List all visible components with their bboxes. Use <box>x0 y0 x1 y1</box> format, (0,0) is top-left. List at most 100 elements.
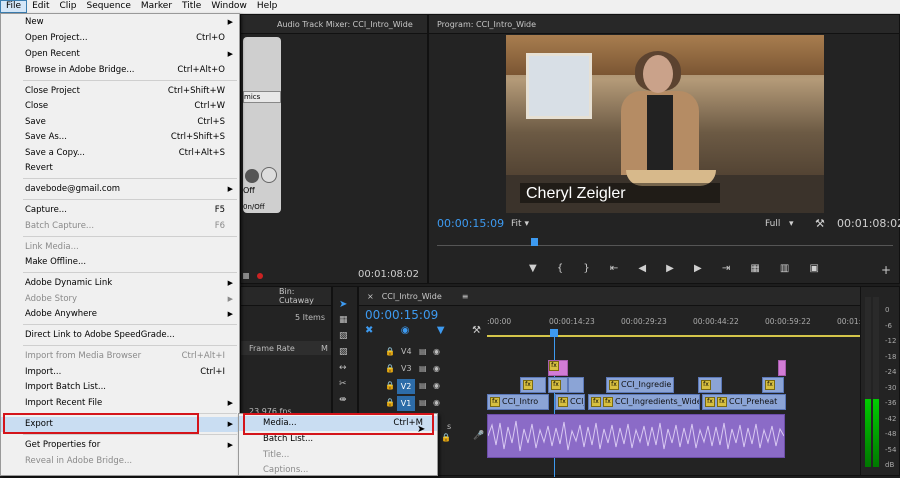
add-marker-icon[interactable]: ▼ <box>437 325 445 336</box>
sync-lock-icon[interactable]: ▤ <box>419 347 427 356</box>
menu-item-capture[interactable]: Capture... F5 <box>1 203 239 218</box>
tab-bin-cutaway[interactable]: Bin: Cutaway <box>241 287 331 305</box>
add-button-icon[interactable]: + <box>881 263 891 277</box>
column-frame-rate[interactable]: Frame Rate <box>249 344 295 353</box>
program-current-timecode[interactable]: 00:00:15:09 <box>437 217 504 230</box>
track-label[interactable]: V1 <box>397 396 415 411</box>
wrench-icon[interactable]: ⚒ <box>815 217 825 230</box>
play-icon[interactable]: ▶ <box>666 263 674 277</box>
timeline-settings-icon[interactable]: ⚒ <box>472 325 481 336</box>
menu-item-adobe-story[interactable]: Adobe Story ▶ <box>1 292 239 307</box>
lock-icon[interactable]: 🔒 <box>441 433 451 442</box>
eye-icon[interactable]: ◉ <box>433 381 440 390</box>
tab-audio-track-mixer[interactable]: Audio Track Mixer: CCI_Intro_Wide <box>241 20 421 29</box>
menu-item-title[interactable]: Title... <box>239 448 437 463</box>
menu-window[interactable]: Window <box>206 0 252 13</box>
power-icon[interactable] <box>261 167 277 183</box>
track-label[interactable]: V4 <box>401 347 412 356</box>
menu-sequence[interactable]: Sequence <box>82 0 136 13</box>
menu-item-reveal-bridge[interactable]: Reveal in Adobe Bridge... <box>1 454 239 469</box>
add-marker-icon[interactable]: ▼ <box>529 263 537 277</box>
lift-icon[interactable]: ▦ <box>750 263 759 277</box>
razor-tool-icon[interactable]: ✂ <box>339 379 347 389</box>
menu-item-link-media[interactable]: Link Media... <box>1 240 239 255</box>
rate-stretch-tool-icon[interactable]: ↔ <box>339 363 347 373</box>
menu-item-import-media-browser[interactable]: Import from Media Browser Ctrl+Alt+I <box>1 349 239 364</box>
menu-item-adobe-anywhere[interactable]: Adobe Anywhere ▶ <box>1 307 239 322</box>
go-to-out-icon[interactable]: ⇥ <box>722 263 730 277</box>
clip-v3[interactable]: fx <box>548 360 568 376</box>
lock-icon[interactable]: 🔒 <box>385 364 395 373</box>
lock-icon[interactable]: 🔒 <box>385 398 395 407</box>
record-icon[interactable] <box>257 273 263 279</box>
menu-item-browse-bridge[interactable]: Browse in Adobe Bridge... Ctrl+Alt+O <box>1 63 239 78</box>
playhead-icon[interactable] <box>550 329 558 337</box>
clip-v1[interactable]: fxfxCCI_Ingredients_Wide.mp <box>588 394 700 410</box>
menu-item-open-project[interactable]: Open Project... Ctrl+O <box>1 31 239 46</box>
clip-v2[interactable]: fx <box>548 377 568 393</box>
mark-out-icon[interactable]: } <box>583 263 589 277</box>
track-label[interactable]: V3 <box>401 364 412 373</box>
menu-help[interactable]: Help <box>252 0 283 13</box>
panel-menu-icon[interactable]: ≡ <box>462 292 469 301</box>
quality-dropdown[interactable]: Full ▾ <box>765 219 794 229</box>
linked-selection-icon[interactable]: ◉ <box>401 325 410 336</box>
clip-v2[interactable]: fx <box>520 377 546 393</box>
menu-item-import-batch-list[interactable]: Import Batch List... <box>1 380 239 395</box>
pan-knob-icon[interactable] <box>245 169 259 183</box>
clip-v1[interactable]: fx fx CCI_Preheat <box>702 394 786 410</box>
ripple-edit-tool-icon[interactable]: ▧ <box>339 331 348 341</box>
menu-item-make-offline[interactable]: Make Offline... <box>1 255 239 270</box>
camera-icon[interactable]: ▣ <box>810 263 819 277</box>
menu-item-speedgrade[interactable]: Direct Link to Adobe SpeedGrade... <box>1 328 239 343</box>
clip-v2[interactable]: fx CCI_Ingredie <box>606 377 674 393</box>
sync-lock-icon[interactable]: ▤ <box>419 364 427 373</box>
eye-icon[interactable]: ◉ <box>433 398 440 407</box>
step-forward-icon[interactable]: ▶ <box>694 263 702 277</box>
menu-item-dynamic-link[interactable]: Adobe Dynamic Link ▶ <box>1 276 239 291</box>
selection-tool-icon[interactable]: ➤ <box>339 299 347 310</box>
clip-v2[interactable]: fx <box>762 377 784 393</box>
fit-dropdown[interactable]: Fit ▾ <box>511 219 529 229</box>
eye-icon[interactable]: ◉ <box>433 364 440 373</box>
go-to-in-icon[interactable]: ⇤ <box>610 263 618 277</box>
playback-scrubber[interactable] <box>437 245 893 246</box>
menu-item-new[interactable]: New ▶ <box>1 15 239 30</box>
menu-item-get-properties[interactable]: Get Properties for ▶ <box>1 438 239 453</box>
clip-a1[interactable] <box>487 414 785 458</box>
sync-lock-icon[interactable]: ▤ <box>419 381 427 390</box>
clip-v2[interactable] <box>568 377 584 393</box>
close-icon[interactable]: × <box>359 292 382 301</box>
menu-edit[interactable]: Edit <box>27 0 54 13</box>
extract-icon[interactable]: ▥ <box>780 263 789 277</box>
menu-item-save[interactable]: Save Ctrl+S <box>1 115 239 130</box>
lock-icon[interactable]: 🔒 <box>385 381 395 390</box>
eye-icon[interactable]: ◉ <box>433 347 440 356</box>
menu-item-import[interactable]: Import... Ctrl+I <box>1 365 239 380</box>
menu-item-account[interactable]: davebode@gmail.com ▶ <box>1 182 239 197</box>
menu-item-batch-capture[interactable]: Batch Capture... F6 <box>1 219 239 234</box>
snap-icon[interactable]: ✖ <box>365 325 373 336</box>
clip-v2[interactable]: fx <box>698 377 722 393</box>
loop-icon[interactable] <box>243 273 249 279</box>
step-back-icon[interactable]: ◀ <box>638 263 646 277</box>
menu-item-import-recent[interactable]: Import Recent File ▶ <box>1 396 239 411</box>
menu-marker[interactable]: Marker <box>136 0 177 13</box>
menu-item-close[interactable]: Close Ctrl+W <box>1 99 239 114</box>
track-label[interactable]: V2 <box>397 379 415 394</box>
tab-program[interactable]: Program: CCI_Intro_Wide <box>429 20 544 29</box>
time-ruler[interactable]: :00:00 00:00:14:23 00:00:29:23 00:00:44:… <box>487 315 897 335</box>
slip-tool-icon[interactable]: ⇼ <box>339 395 347 405</box>
menu-file[interactable]: File <box>0 0 28 13</box>
work-area-bar[interactable] <box>487 335 897 337</box>
menu-item-open-recent[interactable]: Open Recent ▶ <box>1 47 239 62</box>
menu-item-save-as[interactable]: Save As... Ctrl+Shift+S <box>1 130 239 145</box>
tab-timeline[interactable]: CCI_Intro_Wide <box>382 292 442 301</box>
menu-item-close-project[interactable]: Close Project Ctrl+Shift+W <box>1 84 239 99</box>
clip-v1[interactable]: fx CCI_Intro <box>487 394 549 410</box>
clip-v3[interactable] <box>778 360 786 376</box>
sync-lock-icon[interactable]: ▤ <box>419 398 427 407</box>
playhead-icon[interactable] <box>531 238 538 246</box>
menu-title[interactable]: Title <box>177 0 206 13</box>
mark-in-icon[interactable]: { <box>557 263 563 277</box>
